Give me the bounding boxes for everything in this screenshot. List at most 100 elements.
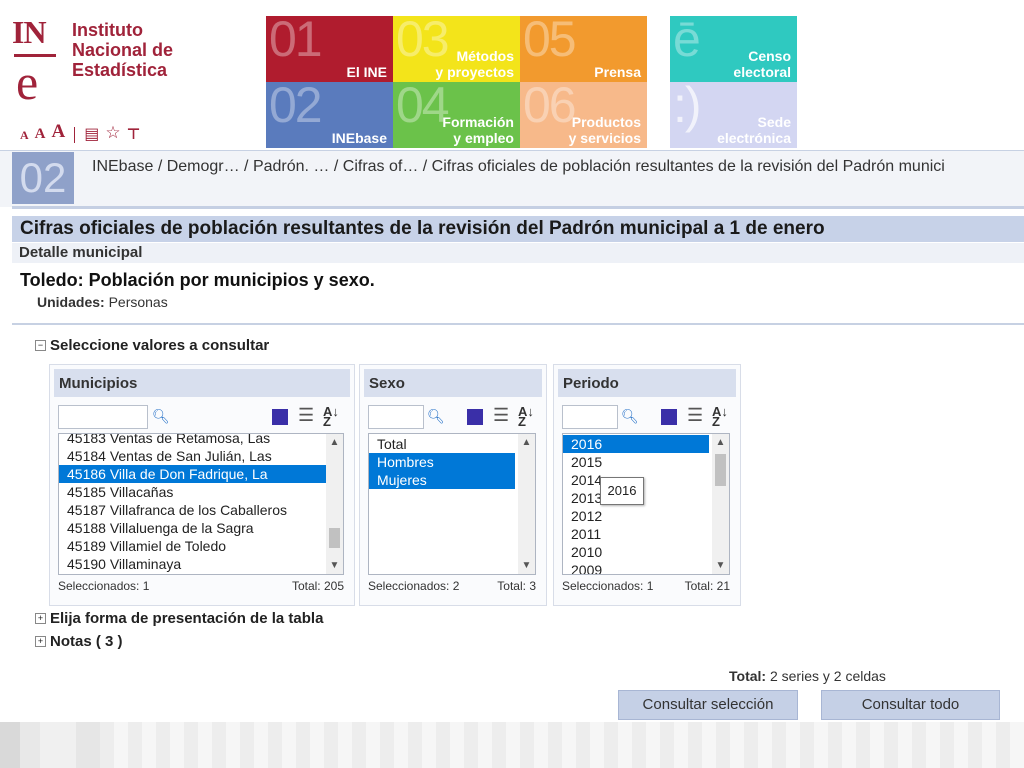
page-subtitle: Detalle municipal bbox=[19, 244, 143, 261]
scroll-down-icon[interactable]: ▼ bbox=[518, 557, 535, 574]
scroll-thumb[interactable] bbox=[329, 528, 340, 548]
list-item[interactable]: 2010 bbox=[563, 543, 729, 561]
municipios-scrollbar[interactable]: ▲ ▼ bbox=[326, 434, 343, 574]
sort-az-icon[interactable]: A↓ Z bbox=[712, 405, 728, 428]
tile-label: Formación y empleo bbox=[442, 114, 514, 146]
tile-sede[interactable]: :) Sede electrónica bbox=[670, 82, 797, 148]
scroll-up-icon[interactable]: ▲ bbox=[326, 434, 343, 451]
tile-productos[interactable]: 06 Productos y servicios bbox=[520, 82, 647, 148]
sitemap-icon[interactable]: ⊤ bbox=[127, 125, 141, 143]
scroll-up-icon[interactable]: ▲ bbox=[712, 434, 729, 451]
bottom-strip bbox=[0, 722, 1024, 768]
tile-label: INEbase bbox=[331, 130, 387, 146]
periodo-scrollbar[interactable]: ▲ ▼ bbox=[712, 434, 729, 574]
total-label: Total: bbox=[729, 668, 767, 684]
tile-number: :) bbox=[673, 82, 702, 133]
scroll-up-icon[interactable]: ▲ bbox=[518, 434, 535, 451]
org-line-1: Instituto bbox=[72, 20, 143, 40]
list-item[interactable]: 45188 Villaluenga de la Sagra bbox=[59, 519, 343, 537]
tile-prensa[interactable]: 05 Prensa bbox=[520, 16, 647, 82]
divider bbox=[12, 323, 1024, 325]
list-item[interactable]: Total bbox=[369, 435, 535, 453]
sexo-list[interactable]: Total Hombres Mujeres ▲ ▼ bbox=[368, 433, 536, 575]
notes-toggle[interactable]: + Notas ( 3 ) bbox=[35, 633, 123, 650]
tooltip: 2016 bbox=[600, 477, 644, 505]
consult-all-button[interactable]: Consultar todo bbox=[821, 690, 1000, 720]
sexo-scrollbar[interactable]: ▲ ▼ bbox=[518, 434, 535, 574]
sort-az-icon[interactable]: A↓ Z bbox=[323, 405, 339, 428]
presentation-label: Elija forma de presentación de la tabla bbox=[50, 610, 324, 627]
list-item[interactable]: 2016 bbox=[563, 435, 709, 453]
municipios-search-input[interactable] bbox=[58, 405, 148, 429]
presentation-toggle[interactable]: + Elija forma de presentación de la tabl… bbox=[35, 610, 323, 627]
org-line-2: Nacional de bbox=[72, 40, 174, 60]
scroll-down-icon[interactable]: ▼ bbox=[326, 557, 343, 574]
sexo-search-input[interactable] bbox=[368, 405, 424, 429]
search-icon[interactable]: 🔍︎ bbox=[621, 408, 639, 425]
tools-divider bbox=[74, 127, 76, 143]
sexo-header: Sexo bbox=[364, 369, 542, 397]
list-item[interactable]: 45184 Ventas de San Julián, Las bbox=[59, 447, 343, 465]
total-summary: Total: 2 series y 2 celdas bbox=[729, 668, 886, 684]
page-title: Cifras oficiales de población resultante… bbox=[20, 218, 825, 239]
tile-number: 01 bbox=[269, 16, 323, 67]
periodo-panel: Periodo 🔍︎ ☰ A↓ Z 2016 2015 2014 2013 2012 201… bbox=[553, 364, 741, 606]
tile-censo[interactable]: ē Censo electoral bbox=[670, 16, 797, 82]
tile-metodos[interactable]: 03 Métodos y proyectos bbox=[393, 16, 520, 82]
subtitle-bar: Detalle municipal bbox=[12, 243, 1024, 263]
list-item[interactable]: 2011 bbox=[563, 525, 729, 543]
units: Unidades: Personas bbox=[37, 294, 168, 310]
breadcrumb[interactable]: INEbase / Demogr… / Padrón. … / Cifras o… bbox=[92, 158, 945, 176]
list-item[interactable]: 2012 bbox=[563, 507, 729, 525]
periodo-list[interactable]: 2016 2015 2014 2013 2012 2011 2010 2009 ▲ ▼ bbox=[562, 433, 730, 575]
tile-label: Productos y servicios bbox=[568, 114, 641, 146]
tile-inebase[interactable]: 02 INEbase bbox=[266, 82, 393, 148]
search-icon[interactable]: 🔍︎ bbox=[152, 408, 170, 425]
sort-az-icon[interactable]: A↓ Z bbox=[518, 405, 534, 428]
list-item[interactable]: 45191 Villamuelas bbox=[59, 573, 343, 574]
breadcrumb-divider bbox=[12, 206, 1024, 209]
scroll-thumb[interactable] bbox=[715, 454, 726, 486]
consult-selection-button[interactable]: Consultar selección bbox=[618, 690, 798, 720]
ine-logo[interactable]: IN e bbox=[12, 14, 60, 110]
search-icon[interactable]: 🔍︎ bbox=[427, 408, 445, 425]
list-item[interactable]: 45186 Villa de Don Fadrique, La bbox=[59, 465, 343, 483]
org-line-3: Estadística bbox=[72, 60, 168, 80]
deselect-all-icon[interactable]: ☰ bbox=[298, 405, 314, 426]
select-all-icon[interactable] bbox=[467, 409, 483, 425]
list-item[interactable]: 45187 Villafranca de los Caballeros bbox=[59, 501, 343, 519]
org-name[interactable]: Instituto Nacional de Estadística bbox=[72, 20, 173, 80]
star-icon[interactable]: ☆ bbox=[105, 123, 120, 143]
font-large-button[interactable]: A bbox=[52, 121, 66, 143]
periodo-title: Periodo bbox=[563, 375, 619, 392]
select-values-label: Seleccione valores a consultar bbox=[50, 337, 270, 354]
font-small-button[interactable]: A bbox=[20, 128, 29, 143]
deselect-all-icon[interactable]: ☰ bbox=[687, 405, 703, 426]
municipios-title: Municipios bbox=[59, 375, 138, 392]
tile-el-ine[interactable]: 01 El INE bbox=[266, 16, 393, 82]
list-icon[interactable]: ▤ bbox=[84, 124, 99, 143]
list-item[interactable]: 45185 Villacañas bbox=[59, 483, 343, 501]
tile-label: Sede electrónica bbox=[717, 114, 791, 146]
font-medium-button[interactable]: A bbox=[35, 126, 46, 143]
tile-label: Métodos y proyectos bbox=[435, 48, 514, 80]
select-all-icon[interactable] bbox=[272, 409, 288, 425]
list-item[interactable]: Hombres bbox=[369, 453, 515, 471]
list-item[interactable]: 2009 bbox=[563, 561, 729, 574]
sexo-selected-count: Seleccionados: 2 bbox=[368, 579, 460, 593]
list-item[interactable]: Mujeres bbox=[369, 471, 515, 489]
list-item[interactable]: 2013 bbox=[563, 489, 729, 507]
list-item[interactable]: 45183 Ventas de Retamosa, Las bbox=[59, 434, 343, 447]
municipios-list[interactable]: 45183 Ventas de Retamosa, Las 45184 Venta… bbox=[58, 433, 344, 575]
list-item[interactable]: 45190 Villaminaya bbox=[59, 555, 343, 573]
scroll-down-icon[interactable]: ▼ bbox=[712, 557, 729, 574]
list-item[interactable]: 2015 bbox=[563, 453, 729, 471]
list-item[interactable]: 2014 bbox=[563, 471, 729, 489]
select-values-toggle[interactable]: − Seleccione valores a consultar bbox=[35, 337, 269, 354]
deselect-all-icon[interactable]: ☰ bbox=[493, 405, 509, 426]
municipios-selected-count: Seleccionados: 1 bbox=[58, 579, 150, 593]
select-all-icon[interactable] bbox=[661, 409, 677, 425]
list-item[interactable]: 45189 Villamiel de Toledo bbox=[59, 537, 343, 555]
periodo-search-input[interactable] bbox=[562, 405, 618, 429]
tile-formacion[interactable]: 04 Formación y empleo bbox=[393, 82, 520, 148]
